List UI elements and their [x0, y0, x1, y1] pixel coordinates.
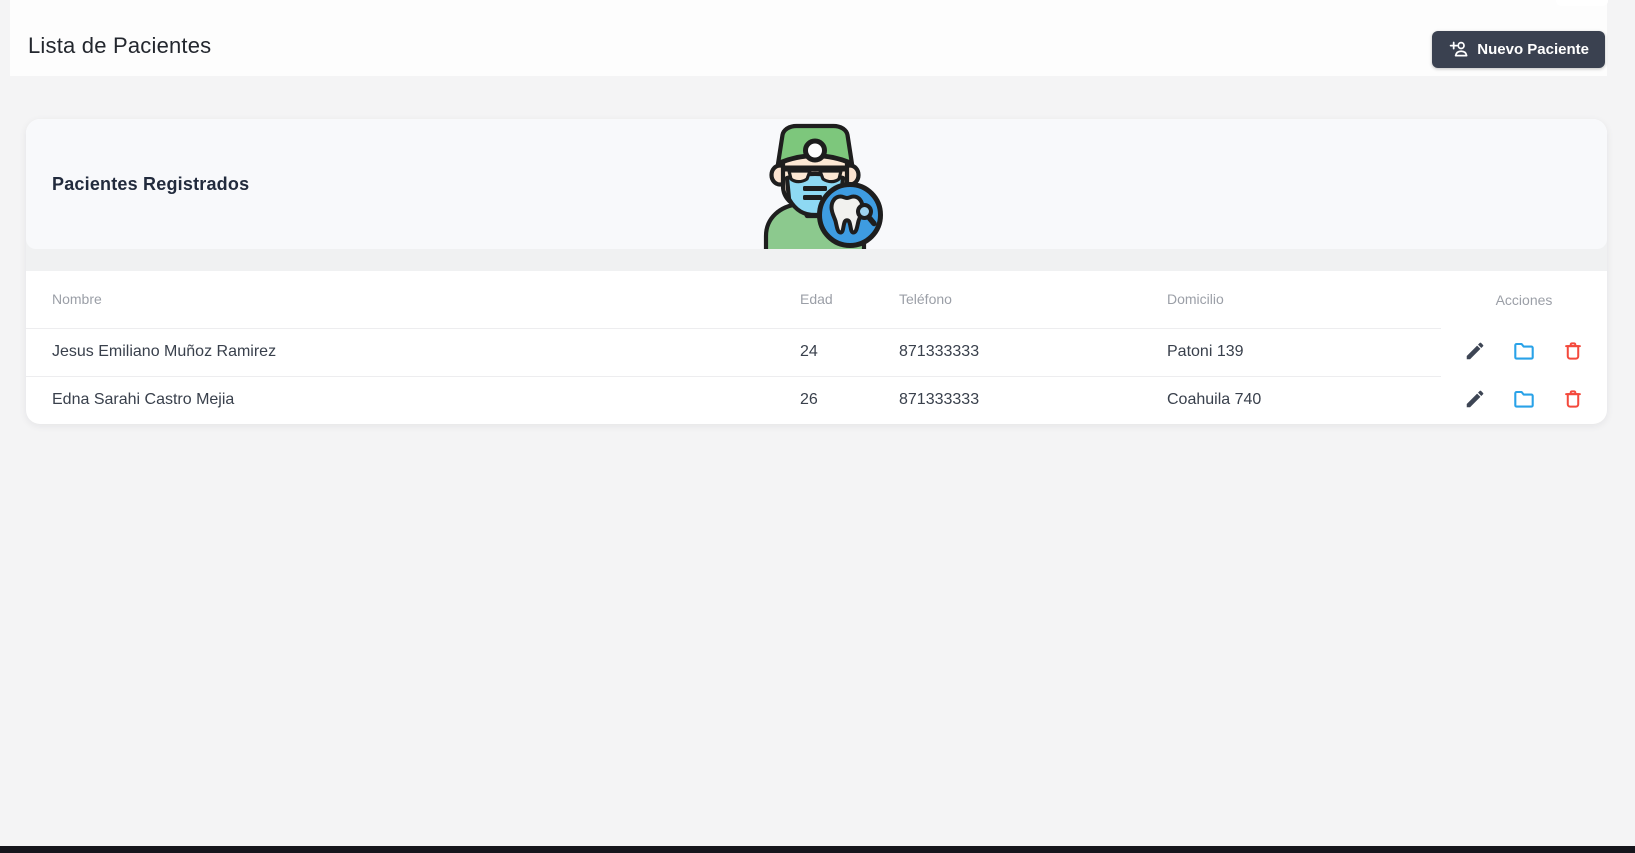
folder-open-icon	[1512, 387, 1536, 414]
pencil-edit-icon	[1464, 388, 1486, 413]
delete-patient-button[interactable]	[1562, 340, 1584, 365]
table-row: Edna Sarahi Castro Mejia 26 871333333 Co…	[26, 376, 1607, 424]
page-title: Lista de Pacientes	[28, 33, 211, 59]
scrollbar-thumb[interactable]	[1556, 0, 1608, 6]
trash-delete-icon	[1562, 340, 1584, 365]
delete-patient-button[interactable]	[1562, 388, 1584, 413]
dentist-illustration	[748, 119, 886, 249]
open-record-button[interactable]	[1512, 339, 1536, 366]
column-header-telefono: Teléfono	[873, 271, 1141, 328]
new-patient-button-label: Nuevo Paciente	[1477, 41, 1589, 58]
pencil-edit-icon	[1464, 340, 1486, 365]
table-row: Jesus Emiliano Muñoz Ramirez 24 87133333…	[26, 328, 1607, 376]
cell-edad: 24	[774, 328, 873, 376]
edit-patient-button[interactable]	[1464, 388, 1486, 413]
cell-domicilio: Coahuila 740	[1141, 376, 1441, 424]
patients-card: Pacientes Registrados	[26, 119, 1607, 424]
cell-domicilio: Patoni 139	[1141, 328, 1441, 376]
column-header-domicilio: Domicilio	[1141, 271, 1441, 328]
column-header-nombre: Nombre	[26, 271, 774, 328]
column-header-acciones: Acciones	[1441, 271, 1607, 328]
cell-telefono: 871333333	[873, 328, 1141, 376]
topbar: Lista de Pacientes Nuevo Paciente	[10, 0, 1607, 76]
cell-acciones	[1441, 328, 1607, 376]
trash-delete-icon	[1562, 388, 1584, 413]
cell-telefono: 871333333	[873, 376, 1141, 424]
cell-nombre: Edna Sarahi Castro Mejia	[26, 376, 774, 424]
cell-edad: 26	[774, 376, 873, 424]
card-title: Pacientes Registrados	[52, 174, 249, 195]
open-record-button[interactable]	[1512, 387, 1536, 414]
folder-open-icon	[1512, 339, 1536, 366]
cell-nombre: Jesus Emiliano Muñoz Ramirez	[26, 328, 774, 376]
card-header: Pacientes Registrados	[26, 119, 1607, 249]
person-add-icon	[1448, 39, 1469, 60]
edit-patient-button[interactable]	[1464, 340, 1486, 365]
cell-acciones	[1441, 376, 1607, 424]
patients-table: Nombre Edad Teléfono Domicilio Acciones …	[26, 271, 1607, 424]
column-header-edad: Edad	[774, 271, 873, 328]
table-header-row: Nombre Edad Teléfono Domicilio Acciones	[26, 271, 1607, 328]
new-patient-button[interactable]: Nuevo Paciente	[1432, 31, 1605, 68]
window-bottom-edge	[0, 846, 1635, 853]
